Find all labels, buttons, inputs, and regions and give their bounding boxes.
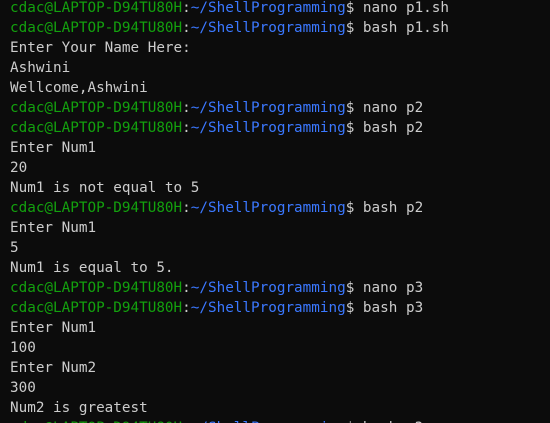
command-text: bash p2 <box>354 120 424 136</box>
output-text: Enter Num1 <box>10 320 97 336</box>
output-line: 100 <box>10 338 550 358</box>
prompt-path: ~/ShellProgramming <box>190 100 346 116</box>
command-text: nano p1.sh <box>354 0 449 16</box>
prompt-line: cdac@LAPTOP-D94TU80H:~/ShellProgramming$… <box>10 98 550 118</box>
output-line: 20 <box>10 158 550 178</box>
prompt-line: cdac@LAPTOP-D94TU80H:~/ShellProgramming$… <box>10 298 550 318</box>
prompt-path: ~/ShellProgramming <box>190 20 346 36</box>
prompt-user: cdac@LAPTOP-D94TU80H <box>10 20 183 36</box>
prompt-separator: : <box>182 120 191 136</box>
output-line: Enter Your Name Here: <box>10 38 550 58</box>
output-text: Enter Your Name Here: <box>10 40 191 56</box>
output-line: 300 <box>10 378 550 398</box>
prompt-line: cdac@LAPTOP-D94TU80H:~/ShellProgramming$… <box>10 418 550 423</box>
prompt-separator: : <box>182 280 191 296</box>
prompt-line: cdac@LAPTOP-D94TU80H:~/ShellProgramming$… <box>10 18 550 38</box>
prompt-separator: : <box>182 20 191 36</box>
prompt-user: cdac@LAPTOP-D94TU80H <box>10 280 183 296</box>
prompt-path: ~/ShellProgramming <box>190 280 346 296</box>
command-text: bash p1.sh <box>354 20 449 36</box>
output-text: Ashwini <box>10 60 71 76</box>
terminal-window[interactable]: cdac@LAPTOP-D94TU80H:~/ShellProgramming$… <box>0 0 550 423</box>
output-text: Enter Num2 <box>10 360 97 376</box>
output-line: Enter Num2 <box>10 358 550 378</box>
output-line: Num2 is greatest <box>10 398 550 418</box>
output-line: Enter Num1 <box>10 138 550 158</box>
prompt-user: cdac@LAPTOP-D94TU80H <box>10 0 183 16</box>
prompt-path: ~/ShellProgramming <box>190 200 346 216</box>
prompt-path: ~/ShellProgramming <box>190 0 346 16</box>
prompt-line: cdac@LAPTOP-D94TU80H:~/ShellProgramming$… <box>10 118 550 138</box>
output-text: 5 <box>10 240 19 256</box>
prompt-user: cdac@LAPTOP-D94TU80H <box>10 100 183 116</box>
output-text: Num1 is not equal to 5 <box>10 180 200 196</box>
output-text: 100 <box>10 340 36 356</box>
prompt-line: cdac@LAPTOP-D94TU80H:~/ShellProgramming$… <box>10 0 550 18</box>
output-line: Enter Num1 <box>10 218 550 238</box>
prompt-user: cdac@LAPTOP-D94TU80H <box>10 120 183 136</box>
prompt-separator: : <box>182 300 191 316</box>
output-line: 5 <box>10 238 550 258</box>
command-text: nano p2 <box>354 100 424 116</box>
output-text: Num1 is equal to 5. <box>10 260 174 276</box>
prompt-separator: : <box>182 200 191 216</box>
output-text: Enter Num1 <box>10 140 97 156</box>
prompt-separator: : <box>182 100 191 116</box>
prompt-separator: : <box>182 0 191 16</box>
command-text: bash p3 <box>354 300 424 316</box>
terminal-output: cdac@LAPTOP-D94TU80H:~/ShellProgramming$… <box>10 0 550 423</box>
output-text: 20 <box>10 160 28 176</box>
prompt-user: cdac@LAPTOP-D94TU80H <box>10 200 183 216</box>
prompt-path: ~/ShellProgramming <box>190 300 346 316</box>
prompt-path: ~/ShellProgramming <box>190 120 346 136</box>
command-text: nano p3 <box>354 280 424 296</box>
output-text: 300 <box>10 380 36 396</box>
output-text: Num2 is greatest <box>10 400 148 416</box>
output-line: Ashwini <box>10 58 550 78</box>
prompt-line: cdac@LAPTOP-D94TU80H:~/ShellProgramming$… <box>10 198 550 218</box>
output-line: Enter Num1 <box>10 318 550 338</box>
prompt-user: cdac@LAPTOP-D94TU80H <box>10 300 183 316</box>
prompt-line: cdac@LAPTOP-D94TU80H:~/ShellProgramming$… <box>10 278 550 298</box>
output-line: Wellcome,Ashwini <box>10 78 550 98</box>
output-line: Num1 is equal to 5. <box>10 258 550 278</box>
output-line: Num1 is not equal to 5 <box>10 178 550 198</box>
output-text: Wellcome,Ashwini <box>10 80 148 96</box>
output-text: Enter Num1 <box>10 220 97 236</box>
command-text: bash p2 <box>354 200 424 216</box>
